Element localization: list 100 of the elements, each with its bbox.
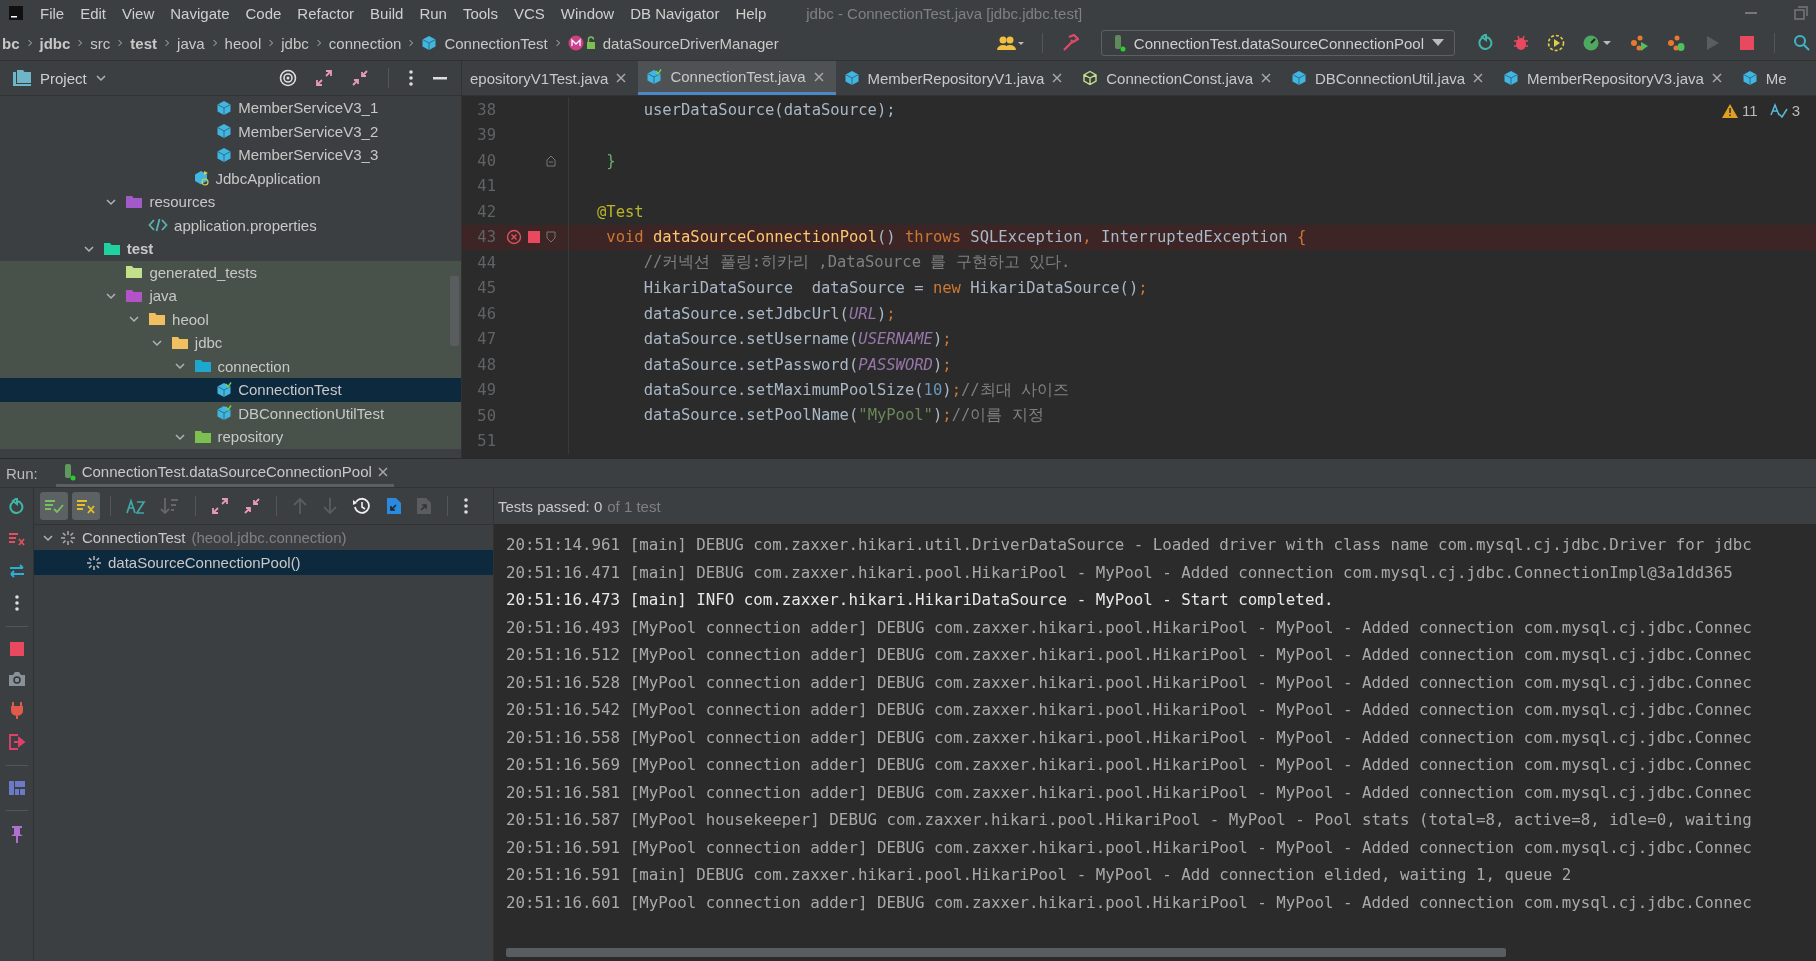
breadcrumb[interactable]: dataSourceDriverManager bbox=[602, 34, 779, 52]
tree-item[interactable]: application.properties bbox=[0, 213, 461, 237]
fold-icon[interactable] bbox=[546, 231, 556, 244]
tree-item[interactable]: MemberServiceV3_2 bbox=[0, 119, 461, 143]
tree-item[interactable]: java bbox=[0, 284, 461, 308]
tree-item[interactable]: generated_tests bbox=[0, 260, 461, 284]
show-ignored-toggle[interactable] bbox=[72, 492, 100, 520]
menu-item[interactable]: Help bbox=[735, 4, 767, 22]
editor-tab[interactable]: epositoryV1Test.java bbox=[462, 61, 639, 95]
tree-item[interactable]: test bbox=[0, 237, 461, 261]
breadcrumb[interactable]: src bbox=[90, 34, 111, 52]
expand-icon[interactable] bbox=[315, 69, 333, 87]
breadcrumb[interactable]: ConnectionTest bbox=[444, 34, 548, 52]
history-icon[interactable] bbox=[352, 496, 372, 516]
menu-item[interactable]: DB Navigator bbox=[630, 4, 720, 22]
menu-item[interactable]: View bbox=[122, 4, 155, 22]
line-number: 51 bbox=[476, 432, 496, 451]
run-configuration-dropdown[interactable]: ConnectionTest.dataSourceConnectionPool bbox=[1100, 30, 1455, 56]
layout-icon[interactable] bbox=[7, 780, 26, 796]
close-icon[interactable] bbox=[377, 466, 388, 477]
breakpoint-icon[interactable] bbox=[528, 231, 540, 244]
users-icon[interactable] bbox=[995, 34, 1024, 52]
stop-icon[interactable] bbox=[1738, 34, 1756, 52]
swap-icon[interactable] bbox=[7, 562, 26, 580]
exit-icon[interactable] bbox=[7, 733, 26, 751]
cube-outline-icon bbox=[1082, 70, 1099, 86]
chevron-down-icon[interactable] bbox=[94, 72, 107, 84]
camera-icon[interactable] bbox=[7, 671, 26, 687]
stop-icon[interactable] bbox=[8, 641, 25, 657]
bug-icon[interactable] bbox=[1512, 34, 1530, 52]
breadcrumb[interactable]: java bbox=[177, 34, 205, 52]
collapse-icon[interactable] bbox=[243, 497, 261, 515]
chevron-right-icon bbox=[268, 39, 275, 47]
gauge-icon[interactable] bbox=[1582, 34, 1612, 52]
coverage-icon[interactable] bbox=[1547, 34, 1565, 52]
run-tab[interactable]: ConnectionTest.dataSourceConnectionPool bbox=[55, 459, 394, 487]
tree-item[interactable]: connection bbox=[0, 354, 461, 378]
tree-item[interactable]: MemberServiceV3_1 bbox=[0, 96, 461, 120]
editor-tab[interactable]: MemberRepositoryV1.java bbox=[835, 61, 1075, 95]
menu-item[interactable]: Refactor bbox=[297, 4, 355, 22]
tree-item[interactable]: JdbcApplication bbox=[0, 166, 461, 190]
more-icon[interactable] bbox=[13, 594, 20, 612]
breadcrumb[interactable]: jdbc bbox=[281, 34, 309, 52]
warning-icon[interactable] bbox=[1722, 103, 1739, 118]
search-icon[interactable] bbox=[1793, 34, 1811, 52]
chevron-right-icon bbox=[408, 39, 415, 47]
editor-tab[interactable]: ConnectionConst.java bbox=[1074, 61, 1283, 95]
rerun-icon[interactable] bbox=[7, 498, 26, 516]
plug-icon[interactable] bbox=[8, 701, 25, 719]
fold-icon[interactable] bbox=[546, 154, 556, 167]
editor-tab[interactable]: Me bbox=[1733, 61, 1799, 95]
breadcrumb[interactable]: jdbc bbox=[39, 34, 71, 52]
rerun-failed-icon[interactable] bbox=[7, 530, 26, 548]
test-tree-item[interactable]: ConnectionTest (heool.jdbc.connection) bbox=[34, 525, 493, 550]
expand-icon[interactable] bbox=[211, 497, 229, 515]
close-icon[interactable] bbox=[1473, 73, 1484, 83]
restore-icon[interactable] bbox=[1794, 6, 1808, 20]
editor-tab[interactable]: MemberRepositoryV3.java bbox=[1495, 61, 1734, 95]
breadcrumb[interactable]: connection bbox=[328, 34, 402, 52]
menu-item[interactable]: Run bbox=[419, 4, 447, 22]
tree-item[interactable]: resources bbox=[0, 190, 461, 214]
menu-item[interactable]: Tools bbox=[462, 4, 498, 22]
more-icon[interactable] bbox=[408, 69, 414, 87]
menu-item[interactable]: Build bbox=[370, 4, 404, 22]
failed-test-icon[interactable] bbox=[506, 229, 522, 246]
panel-title[interactable]: Project bbox=[40, 69, 87, 87]
collapse-icon[interactable] bbox=[351, 69, 369, 87]
close-icon[interactable] bbox=[1261, 73, 1271, 83]
spellcheck-icon[interactable] bbox=[1769, 102, 1788, 119]
menu-item[interactable]: Code bbox=[245, 4, 282, 22]
import-icon[interactable] bbox=[386, 497, 402, 515]
tree-item[interactable]: jdbc bbox=[0, 331, 461, 355]
atoms-bug-icon[interactable] bbox=[1666, 34, 1686, 52]
scrollbar-thumb[interactable] bbox=[506, 948, 1506, 957]
editor-tab[interactable]: ConnectionTest.java bbox=[638, 61, 836, 95]
warning-count: 11 bbox=[1742, 102, 1758, 119]
close-icon[interactable] bbox=[813, 71, 824, 82]
close-icon[interactable] bbox=[1052, 73, 1063, 83]
breadcrumb[interactable]: bc bbox=[2, 34, 20, 52]
menu-item[interactable]: Window bbox=[560, 4, 615, 22]
test-tree-item[interactable]: dataSourceConnectionPool() bbox=[34, 550, 493, 575]
menu-item[interactable]: Edit bbox=[80, 4, 107, 22]
editor-tab[interactable]: DBConnectionUtil.java bbox=[1283, 61, 1496, 95]
sort-alpha-icon[interactable] bbox=[126, 497, 146, 515]
menu-item[interactable]: Navigate bbox=[170, 4, 230, 22]
close-icon[interactable] bbox=[1711, 73, 1722, 83]
menu-item[interactable]: File bbox=[40, 4, 65, 22]
breadcrumb[interactable]: test bbox=[130, 34, 158, 52]
tree-item[interactable]: ConnectionTest bbox=[0, 378, 461, 402]
target-icon[interactable] bbox=[279, 69, 297, 87]
tree-item[interactable]: MemberServiceV3_3 bbox=[0, 143, 461, 167]
atoms-play-icon[interactable] bbox=[1629, 34, 1649, 52]
show-passed-toggle[interactable] bbox=[40, 492, 68, 520]
close-icon[interactable] bbox=[616, 73, 627, 83]
rerun-icon[interactable] bbox=[1477, 34, 1495, 52]
tree-item[interactable]: DBConnectionUtilTest bbox=[0, 401, 461, 425]
breadcrumb[interactable]: heool bbox=[224, 34, 262, 52]
tree-item[interactable]: repository bbox=[0, 425, 461, 449]
more-icon[interactable] bbox=[463, 497, 469, 515]
menu-item[interactable]: VCS bbox=[513, 4, 545, 22]
